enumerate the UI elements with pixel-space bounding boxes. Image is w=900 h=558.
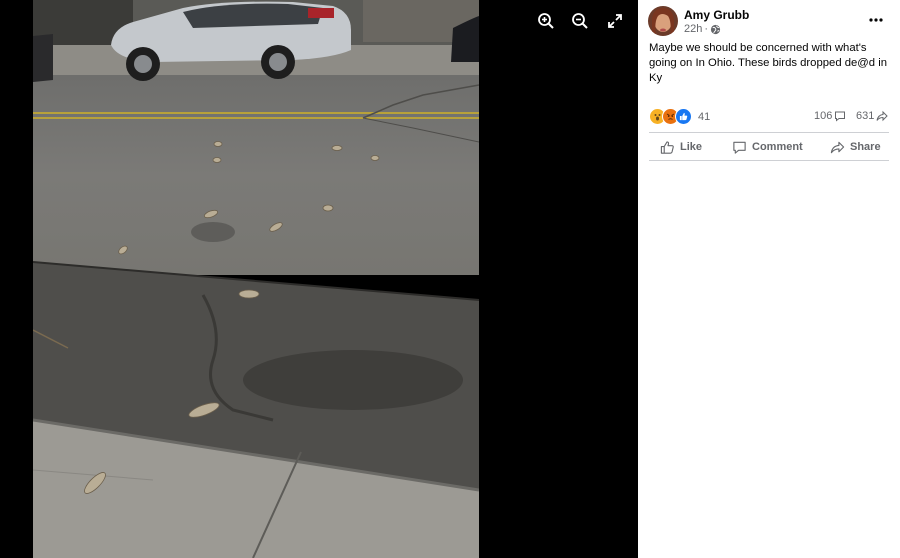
share-button[interactable]: Share xyxy=(830,138,881,156)
comment-label: Comment xyxy=(752,141,803,153)
share-count[interactable]: 631 xyxy=(856,110,889,122)
reactions-summary[interactable]: 41 xyxy=(649,108,710,125)
share-icon xyxy=(830,141,845,153)
divider xyxy=(649,132,889,133)
meta-separator: · xyxy=(704,23,709,35)
fullscreen-button[interactable] xyxy=(602,8,628,34)
more-options-button[interactable] xyxy=(868,12,884,28)
zoom-in-button[interactable] xyxy=(533,8,559,34)
photo-viewer xyxy=(0,0,638,558)
comment-button[interactable]: Comment xyxy=(732,138,803,156)
comment-icon xyxy=(733,141,746,154)
globe-icon xyxy=(710,24,721,34)
share-arrow-icon xyxy=(876,110,889,122)
post-panel: Amy Grubb 22h · Maybe we should be conce… xyxy=(638,0,900,558)
avatar[interactable] xyxy=(648,6,678,36)
zoom-in-icon xyxy=(538,13,554,29)
comment-bubble-icon xyxy=(835,111,846,122)
post-meta: 22h · xyxy=(684,23,721,35)
author-name[interactable]: Amy Grubb xyxy=(684,8,749,22)
post-time[interactable]: 22h xyxy=(684,23,702,35)
comment-count[interactable]: 106 xyxy=(814,110,846,122)
share-label: Share xyxy=(850,141,881,153)
more-options-icon xyxy=(869,18,883,22)
zoom-out-button[interactable] xyxy=(567,8,593,34)
share-count-value: 631 xyxy=(856,110,875,122)
like-thumb-icon xyxy=(660,140,674,154)
fullscreen-icon xyxy=(608,14,622,28)
post-photo xyxy=(33,0,479,558)
reaction-count: 41 xyxy=(698,110,711,123)
avatar-image xyxy=(648,6,678,36)
like-button[interactable]: Like xyxy=(660,138,702,156)
comment-count-value: 106 xyxy=(814,110,833,122)
post-text: Maybe we should be concerned with what's… xyxy=(649,42,887,84)
like-label: Like xyxy=(680,141,703,153)
like-reaction-icon xyxy=(675,108,692,125)
zoom-out-icon xyxy=(572,13,588,29)
divider xyxy=(649,160,889,161)
